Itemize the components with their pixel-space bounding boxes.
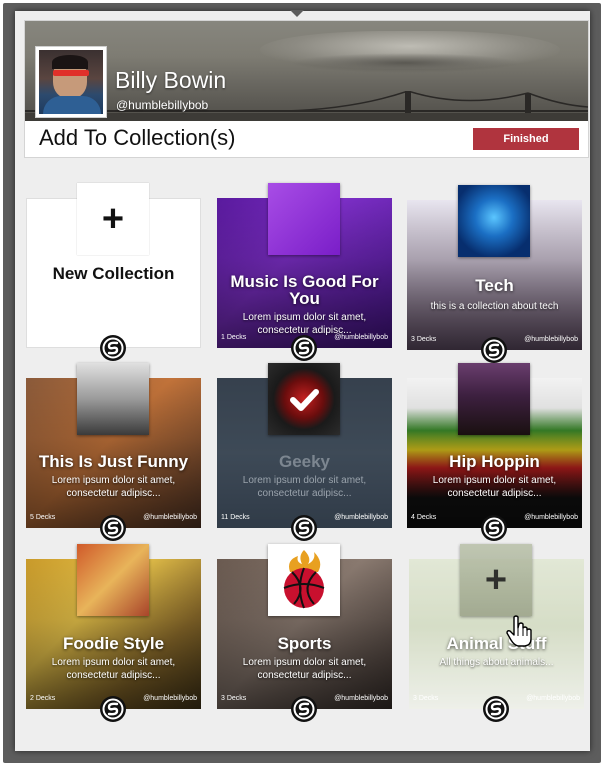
card-thumbnail <box>268 544 340 616</box>
brand-logo-icon <box>100 696 126 722</box>
card-title: Foodie Style <box>62 634 165 653</box>
brand-logo-icon <box>483 696 509 722</box>
collection-card-animal-stuff[interactable]: + Animal Stuff All things about animals.… <box>409 544 584 722</box>
collection-card-tech[interactable]: Tech this is a collection about tech 3 D… <box>407 185 582 363</box>
new-collection-label: New Collection <box>52 264 175 283</box>
card-deck-count: 3 Decks <box>221 695 247 702</box>
card-owner: @humblebillybob <box>334 514 388 521</box>
brand-logo-icon <box>100 335 126 361</box>
brand-logo-icon <box>291 515 317 541</box>
card-description: Lorem ipsum dolor sit amet, consectetur … <box>242 475 367 499</box>
finished-button[interactable]: Finished <box>473 128 579 150</box>
collection-card-funny[interactable]: This Is Just Funny Lorem ipsum dolor sit… <box>26 363 201 541</box>
collection-card-music[interactable]: Music Is Good For You Lorem ipsum dolor … <box>217 183 392 361</box>
card-owner: @humblebillybob <box>143 695 197 702</box>
brand-logo-icon <box>291 696 317 722</box>
card-deck-count: 1 Decks <box>221 334 247 341</box>
user-name: Billy Bowin <box>115 67 227 93</box>
avatar-hair <box>52 55 88 69</box>
card-title: Geeky <box>278 452 331 471</box>
card-title: Sports <box>277 634 332 653</box>
card-description: this is a collection about tech <box>430 301 559 312</box>
dialog-title: Add To Collection(s) <box>39 125 236 150</box>
card-description: All things about animals... <box>439 657 554 668</box>
card-description: Lorem ipsum dolor sit amet, consectetur … <box>432 475 557 499</box>
avatar[interactable] <box>35 46 107 118</box>
plus-icon: + <box>484 559 508 601</box>
card-description: Lorem ipsum dolor sit amet, consectetur … <box>51 657 176 681</box>
card-deck-count: 3 Decks <box>413 695 439 702</box>
card-thumbnail <box>458 185 530 257</box>
pointer-caret <box>290 10 304 17</box>
brand-logo-icon <box>100 515 126 541</box>
card-thumbnail: + <box>460 544 532 616</box>
card-thumbnail <box>268 363 340 435</box>
brand-logo-icon <box>481 515 507 541</box>
card-description: Lorem ipsum dolor sit amet, consectetur … <box>51 475 176 499</box>
card-thumbnail <box>268 183 340 255</box>
collection-card-foodie[interactable]: Foodie Style Lorem ipsum dolor sit amet,… <box>26 544 201 722</box>
profile-banner: Billy Bowin @humblebillybob <box>25 21 588 121</box>
collections-dialog: Billy Bowin @humblebillybob Add To Colle… <box>15 10 590 751</box>
brand-logo-icon <box>291 335 317 361</box>
avatar-body <box>43 96 101 114</box>
card-thumbnail <box>77 544 149 616</box>
card-deck-count: 4 Decks <box>411 514 437 521</box>
card-title: Animal Stuff <box>446 634 547 653</box>
card-thumbnail <box>458 363 530 435</box>
avatar-visor <box>53 70 89 76</box>
avatar-image <box>39 50 103 114</box>
card-thumbnail: + <box>77 183 149 255</box>
card-deck-count: 2 Decks <box>30 695 56 702</box>
card-owner: @humblebillybob <box>526 695 580 702</box>
basketball-flame-icon <box>283 550 325 609</box>
plus-icon: + <box>101 198 125 240</box>
card-owner: @humblebillybob <box>143 514 197 521</box>
checkmark-icon <box>290 389 319 411</box>
card-title: This Is Just Funny <box>38 452 189 471</box>
card-deck-count: 3 Decks <box>411 336 437 343</box>
new-collection-card[interactable]: + New Collection <box>26 183 201 361</box>
banner-bridge <box>25 91 588 121</box>
collection-card-geeky[interactable]: Geeky Lorem ipsum dolor sit amet, consec… <box>217 363 392 541</box>
card-deck-count: 11 Decks <box>221 514 250 521</box>
hand-pointer-icon <box>506 615 532 647</box>
card-title: Tech <box>475 276 514 295</box>
card-title: Hip Hoppin <box>449 452 540 471</box>
card-owner: @humblebillybob <box>334 695 388 702</box>
user-handle: @humblebillybob <box>116 98 209 112</box>
card-thumbnail <box>77 363 149 435</box>
profile-header: Billy Bowin @humblebillybob Add To Colle… <box>24 20 589 158</box>
card-deck-count: 5 Decks <box>30 514 56 521</box>
brand-logo-icon <box>481 337 507 363</box>
card-description: Lorem ipsum dolor sit amet, consectetur … <box>242 657 367 681</box>
modal-frame: Billy Bowin @humblebillybob Add To Colle… <box>3 3 601 763</box>
card-title: Music Is Good For You <box>230 272 379 308</box>
collection-card-sports[interactable]: Sports Lorem ipsum dolor sit amet, conse… <box>217 544 392 722</box>
collection-card-hip-hoppin[interactable]: Hip Hoppin Lorem ipsum dolor sit amet, c… <box>407 363 582 541</box>
card-owner: @humblebillybob <box>524 336 578 343</box>
card-owner: @humblebillybob <box>334 334 388 341</box>
card-owner: @humblebillybob <box>524 514 578 521</box>
banner-spaceship-shadow <box>290 53 520 73</box>
